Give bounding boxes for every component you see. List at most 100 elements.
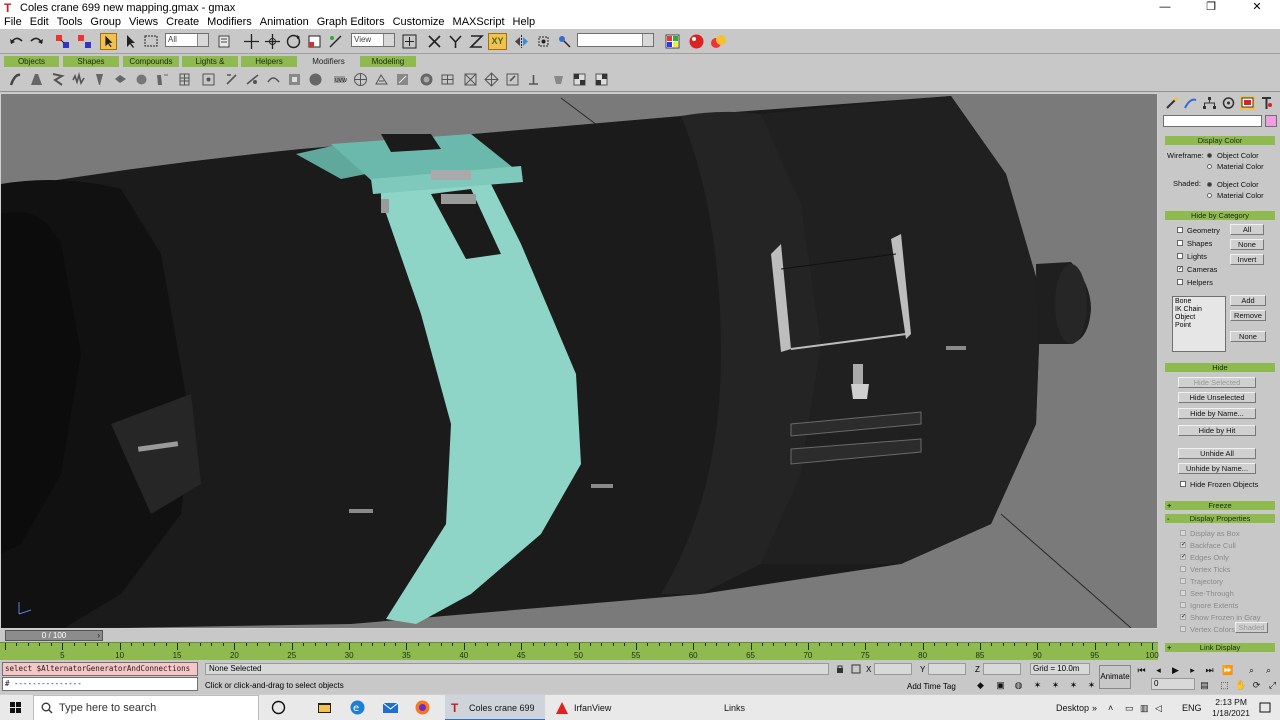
modifier-ffd-icon[interactable] (201, 72, 216, 87)
reference-coordinate-dropdown[interactable]: View (351, 33, 395, 47)
modifier-surface-icon[interactable] (594, 72, 609, 87)
modifier-bend-icon[interactable] (8, 72, 23, 87)
menu-customize[interactable]: Customize (393, 16, 445, 28)
motion-panel-icon[interactable] (1221, 96, 1236, 110)
shapes-checkbox[interactable] (1177, 240, 1183, 246)
key-out-icon[interactable]: ✶ (1050, 680, 1061, 690)
modifier-normal-icon[interactable] (505, 72, 520, 87)
modifier-smooth-icon[interactable] (419, 72, 434, 87)
y-coord-field[interactable] (928, 663, 966, 675)
modifier-mesh-select-icon[interactable] (287, 72, 302, 87)
z-coord-field[interactable] (983, 663, 1021, 675)
unlink-selection-icon[interactable] (76, 33, 93, 50)
next-frame-icon[interactable]: ▸ (1187, 665, 1198, 675)
hide-all-button[interactable]: All (1230, 224, 1264, 235)
normal-align-icon[interactable] (556, 33, 573, 50)
scale-icon[interactable] (306, 33, 323, 50)
modifier-edit-patch-icon[interactable] (484, 72, 499, 87)
hide-by-category-rollout[interactable]: Hide by Category (1165, 211, 1275, 220)
region-zoom-icon[interactable]: ⬚ (1219, 680, 1230, 690)
modifier-stretch-icon[interactable] (92, 72, 107, 87)
list-item[interactable]: Point (1175, 322, 1223, 330)
modifier-extrude-icon[interactable] (526, 72, 541, 87)
category-add-button[interactable]: Add (1230, 295, 1266, 306)
go-to-start-icon[interactable]: ⏮ (1136, 665, 1147, 675)
arc-rotate-icon[interactable]: ⟳ (1251, 680, 1262, 690)
geometry-checkbox[interactable] (1177, 227, 1183, 233)
restrict-xy-button[interactable]: XY (488, 33, 507, 50)
object-color-swatch[interactable] (1265, 115, 1277, 127)
modifier-tessellate-icon[interactable] (440, 72, 455, 87)
hide-frozen-checkbox[interactable] (1180, 481, 1186, 487)
absolute-mode-icon[interactable] (851, 664, 861, 674)
rectangular-selection-icon[interactable] (143, 33, 160, 50)
menu-create[interactable]: Create (166, 16, 199, 28)
tab-objects[interactable]: Objects (4, 56, 59, 67)
key-mode-icon[interactable]: ◆ (975, 680, 986, 690)
quick-render-icon[interactable] (710, 33, 727, 50)
go-to-end-icon[interactable]: ⏭ (1204, 665, 1215, 675)
move-alt-icon[interactable] (264, 33, 281, 50)
menu-modifiers[interactable]: Modifiers (207, 16, 252, 28)
named-selection-dropdown[interactable] (577, 33, 654, 47)
taskbar-search-box[interactable]: Type here to search (33, 695, 259, 720)
lock-selection-icon[interactable] (835, 664, 845, 674)
list-item[interactable]: Bone (1175, 298, 1223, 306)
modifier-spherify-icon[interactable] (134, 72, 149, 87)
taskbar-clock[interactable]: 2:13 PM 1/18/2021 (1212, 697, 1250, 719)
modifier-meshsmooth-icon[interactable] (353, 72, 368, 87)
select-by-name-icon[interactable] (122, 33, 139, 50)
display-panel-icon[interactable] (1240, 96, 1255, 110)
helpers-checkbox[interactable] (1177, 279, 1183, 285)
freeze-rollout[interactable]: + Freeze (1165, 501, 1275, 510)
modifier-edit-mesh-icon[interactable] (463, 72, 478, 87)
pivot-center-icon[interactable] (401, 33, 418, 50)
modifier-bevel-icon[interactable] (572, 72, 587, 87)
object-name-field[interactable] (1163, 115, 1262, 127)
modifier-twist-icon[interactable] (50, 72, 65, 87)
hide-invert-button[interactable]: Invert (1230, 254, 1264, 265)
notifications-icon[interactable] (1258, 701, 1272, 715)
category-list[interactable]: Bone IK Chain Object Point (1172, 296, 1226, 352)
hide-by-name-button[interactable]: Hide by Name... (1178, 408, 1256, 419)
set-key-icon[interactable]: ◍ (1013, 680, 1024, 690)
windows-start-icon[interactable] (0, 695, 32, 720)
tab-lights-cameras[interactable]: Lights & Cameras (182, 56, 238, 77)
backface-cull-checkbox[interactable]: ✓ (1180, 542, 1186, 548)
firefox-icon[interactable] (414, 699, 431, 716)
time-slider[interactable]: 0 / 100 › (0, 630, 1158, 641)
modifier-cap-holes-icon[interactable] (266, 72, 281, 87)
modifier-ripple-icon[interactable] (155, 72, 170, 87)
tab-modifiers[interactable]: Modifiers (300, 56, 357, 67)
display-as-box-checkbox[interactable] (1180, 530, 1186, 536)
modifier-noise-icon[interactable] (71, 72, 86, 87)
restrict-y-icon[interactable] (447, 33, 464, 50)
key-filter-icon[interactable]: ▣ (995, 680, 1006, 690)
shaded-object-color-radio[interactable] (1207, 182, 1212, 187)
modifier-relax-icon[interactable] (395, 72, 410, 87)
show-frozen-gray-checkbox[interactable]: ✓ (1180, 614, 1186, 620)
volume-icon[interactable]: ◁ (1155, 695, 1162, 720)
tab-helpers[interactable]: Helpers (241, 56, 297, 67)
unhide-by-name-button[interactable]: Unhide by Name... (1178, 463, 1256, 474)
display-color-rollout[interactable]: Display Color (1165, 136, 1275, 145)
manipulate-icon[interactable] (327, 33, 344, 50)
minimize-button[interactable]: — (1142, 0, 1188, 15)
key-mode-toggle-icon[interactable]: ⏩ (1222, 665, 1233, 675)
see-through-checkbox[interactable] (1180, 590, 1186, 596)
modify-panel-icon[interactable] (1183, 96, 1198, 110)
select-and-move-icon[interactable] (216, 33, 233, 50)
vertex-ticks-checkbox[interactable] (1180, 566, 1186, 572)
previous-frame-icon[interactable]: ◂ (1153, 665, 1164, 675)
key-tangent-icon[interactable]: ✶ (1068, 680, 1079, 690)
menu-maxscript[interactable]: MAXScript (453, 16, 505, 28)
selection-filter-dropdown[interactable]: All (165, 33, 209, 47)
select-and-link-icon[interactable] (54, 33, 71, 50)
zoom-icon[interactable]: ⌕ (1246, 665, 1257, 675)
modifier-sphere-icon[interactable] (308, 72, 323, 87)
lights-checkbox[interactable] (1177, 253, 1183, 259)
hide-unselected-button[interactable]: Hide Unselected (1178, 392, 1256, 403)
ignore-extents-checkbox[interactable] (1180, 602, 1186, 608)
network-icon[interactable]: ▥ (1140, 695, 1149, 720)
perspective-viewport[interactable] (0, 93, 1158, 629)
